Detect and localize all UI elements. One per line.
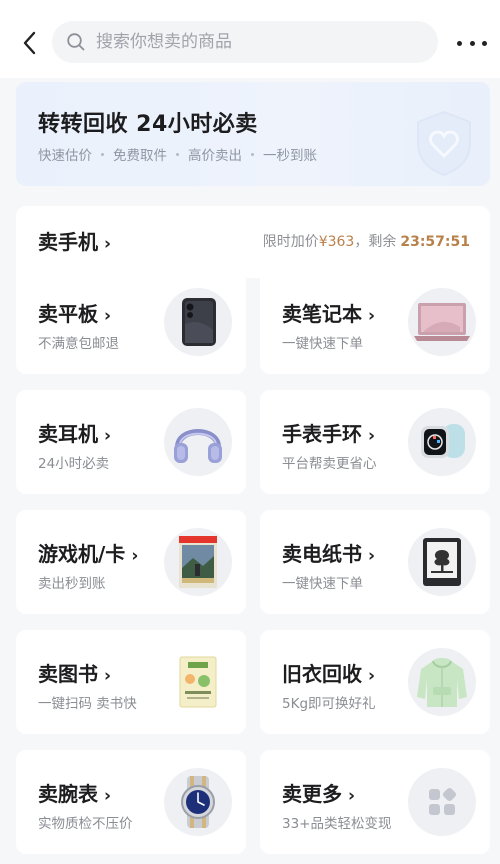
category-title: 手表手环 › bbox=[282, 418, 375, 447]
category-title: 卖笔记本 › bbox=[282, 298, 375, 327]
book-icon bbox=[164, 648, 232, 716]
search-input[interactable] bbox=[96, 32, 416, 52]
category-title-text: 卖图书 bbox=[38, 662, 98, 686]
separator-dot bbox=[101, 152, 104, 156]
separator-dot bbox=[251, 152, 254, 156]
tablet-icon bbox=[164, 288, 232, 356]
search-bar[interactable] bbox=[52, 21, 438, 63]
laptop-icon bbox=[408, 288, 476, 356]
category-subtitle: 实物质检不压价 bbox=[38, 816, 133, 832]
category-title-text: 卖平板 bbox=[38, 302, 98, 326]
category-title-text: 旧衣回收 bbox=[282, 662, 362, 686]
smartwatch-icon bbox=[408, 408, 476, 476]
promo-prefix: 限时加价 bbox=[262, 234, 319, 250]
category-subtitle: 一键扫码 卖书快 bbox=[38, 696, 137, 712]
chevron-right-icon: › bbox=[348, 786, 356, 806]
separator-dot bbox=[176, 152, 179, 156]
chevron-right-icon: › bbox=[368, 666, 376, 686]
chevron-right-icon: › bbox=[104, 786, 112, 806]
category-card-ereader[interactable]: 卖电纸书 › 一键快速下单 bbox=[260, 510, 490, 614]
category-card-books[interactable]: 卖图书 › 一键扫码 卖书快 bbox=[16, 630, 246, 734]
ereader-icon bbox=[408, 528, 476, 596]
category-title-text: 卖耳机 bbox=[38, 422, 98, 446]
shield-heart-icon bbox=[417, 110, 471, 177]
chevron-right-icon: › bbox=[368, 426, 376, 446]
category-subtitle: 24小时必卖 bbox=[38, 456, 110, 472]
sell-phone-card[interactable]: 卖手机 › 限时加价¥363，剩余 23:57:51 bbox=[16, 206, 490, 278]
dot-icon bbox=[469, 40, 475, 46]
category-subtitle: 一键快速下单 bbox=[282, 576, 363, 592]
countdown-timer: 23:57:51 bbox=[400, 234, 470, 250]
category-subtitle: 不满意包邮退 bbox=[38, 336, 119, 352]
category-card-smartwatch[interactable]: 手表手环 › 平台帮卖更省心 bbox=[260, 390, 490, 494]
game-card-icon bbox=[164, 528, 232, 596]
promo-text: 限时加价¥363，剩余 23:57:51 bbox=[263, 231, 470, 251]
category-title-text: 卖电纸书 bbox=[282, 542, 362, 566]
chevron-right-icon: › bbox=[104, 234, 112, 254]
category-title: 卖耳机 › bbox=[38, 418, 111, 447]
category-title: 卖平板 › bbox=[38, 298, 111, 327]
promo-separator: ，剩余 bbox=[354, 234, 397, 250]
category-card-game[interactable]: 游戏机/卡 › 卖出秒到账 bbox=[16, 510, 246, 614]
hoodie-icon bbox=[408, 648, 476, 716]
recycle-banner[interactable]: 转转回收 24小时必卖 快速估价 免费取件 高价卖出 一秒到账 bbox=[16, 82, 490, 186]
category-subtitle: 一键快速下单 bbox=[282, 336, 363, 352]
category-title-text: 游戏机/卡 bbox=[38, 542, 126, 566]
category-title-text: 卖更多 bbox=[282, 782, 342, 806]
chevron-right-icon: › bbox=[104, 666, 112, 686]
top-bar bbox=[0, 0, 500, 78]
category-title: 卖图书 › bbox=[38, 658, 111, 687]
headphones-icon bbox=[164, 408, 232, 476]
category-subtitle: 平台帮卖更省心 bbox=[282, 456, 377, 472]
category-title-text: 手表手环 bbox=[282, 422, 362, 446]
category-card-clothes[interactable]: 旧衣回收 › 5Kg即可换好礼 bbox=[260, 630, 490, 734]
category-card-wristwatch[interactable]: 卖腕表 › 实物质检不压价 bbox=[16, 750, 246, 854]
category-title-text: 卖笔记本 bbox=[282, 302, 362, 326]
feature-text: 一秒到账 bbox=[263, 148, 317, 164]
more-options-button[interactable] bbox=[457, 32, 487, 54]
category-title: 卖腕表 › bbox=[38, 778, 111, 807]
category-title-text: 卖腕表 bbox=[38, 782, 98, 806]
dot-icon bbox=[482, 40, 487, 46]
sell-phone-label: 卖手机 bbox=[38, 230, 98, 254]
banner-title: 转转回收 24小时必卖 bbox=[38, 112, 258, 137]
category-card-laptop[interactable]: 卖笔记本 › 一键快速下单 bbox=[260, 270, 490, 374]
banner-features: 快速估价 免费取件 高价卖出 一秒到账 bbox=[38, 144, 317, 164]
feature-text: 免费取件 bbox=[113, 148, 167, 164]
promo-price: ¥363 bbox=[318, 234, 355, 250]
category-card-more[interactable]: 卖更多 › 33+品类轻松变现 bbox=[260, 750, 490, 854]
chevron-right-icon: › bbox=[104, 426, 112, 446]
category-title: 卖更多 › bbox=[282, 778, 355, 807]
wristwatch-icon bbox=[164, 768, 232, 836]
back-arrow-icon bbox=[23, 31, 36, 55]
category-title: 游戏机/卡 › bbox=[38, 538, 138, 567]
feature-text: 高价卖出 bbox=[188, 148, 242, 164]
feature-text: 快速估价 bbox=[38, 148, 92, 164]
category-title: 卖电纸书 › bbox=[282, 538, 375, 567]
back-button[interactable] bbox=[16, 28, 42, 58]
category-card-headphones[interactable]: 卖耳机 › 24小时必卖 bbox=[16, 390, 246, 494]
search-icon bbox=[67, 33, 85, 51]
chevron-right-icon: › bbox=[368, 306, 376, 326]
chevron-right-icon: › bbox=[368, 546, 376, 566]
chevron-right-icon: › bbox=[104, 306, 112, 326]
category-subtitle: 33+品类轻松变现 bbox=[282, 816, 392, 832]
category-title: 旧衣回收 › bbox=[282, 658, 375, 687]
category-subtitle: 卖出秒到账 bbox=[38, 576, 106, 592]
category-card-tablet[interactable]: 卖平板 › 不满意包邮退 bbox=[16, 270, 246, 374]
more-grid-icon bbox=[408, 768, 476, 836]
dot-icon bbox=[457, 40, 462, 46]
chevron-right-icon: › bbox=[131, 546, 139, 566]
sell-phone-link[interactable]: 卖手机 › bbox=[38, 226, 111, 255]
category-subtitle: 5Kg即可换好礼 bbox=[282, 696, 376, 712]
